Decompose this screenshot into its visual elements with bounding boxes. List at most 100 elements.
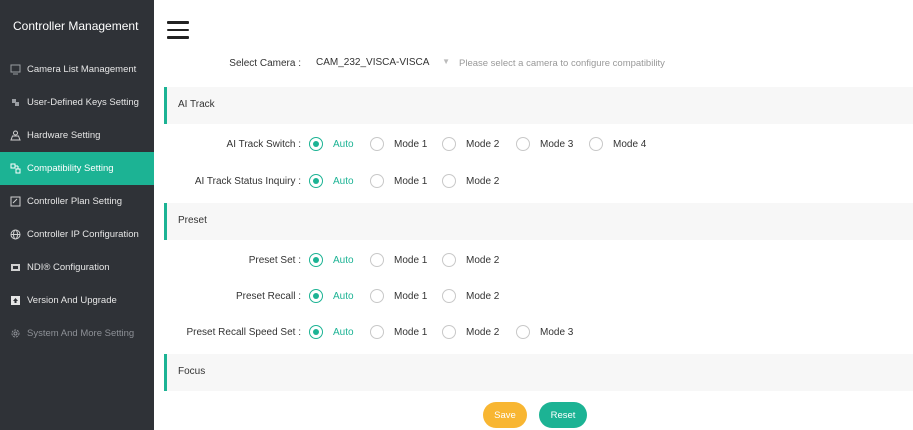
section-title: AI Track [178, 99, 215, 110]
sidebar-item-user-keys[interactable]: User-Defined Keys Setting [0, 86, 154, 119]
ndi-icon [9, 262, 21, 274]
sidebar-title: Controller Management [13, 19, 139, 33]
radio-circle [370, 325, 384, 339]
preset-recall-mode1[interactable]: Mode 1 [370, 289, 427, 303]
sidebar-item-ip[interactable]: Controller IP Configuration [0, 218, 154, 251]
radio-circle [370, 289, 384, 303]
radio-circle [516, 325, 530, 339]
keys-icon [9, 97, 21, 109]
radio-label: Auto [333, 254, 354, 266]
ai-track-switch-mode3[interactable]: Mode 3 [516, 137, 573, 151]
preset-set-mode1[interactable]: Mode 1 [370, 253, 427, 267]
radio-label: Mode 1 [394, 138, 428, 150]
section-title: Focus [178, 366, 206, 377]
radio-circle [370, 253, 384, 267]
preset-recall-mode2[interactable]: Mode 2 [442, 289, 499, 303]
preset-recall-speed-mode2[interactable]: Mode 2 [442, 325, 499, 339]
radio-circle [370, 137, 384, 151]
sidebar-item-label: Version And Upgrade [27, 295, 117, 306]
ai-track-switch-mode2[interactable]: Mode 2 [442, 137, 499, 151]
sidebar-item-label: Controller IP Configuration [27, 229, 139, 240]
sidebar-item-label: Compatibility Setting [27, 163, 114, 174]
camera-select[interactable]: CAM_232_VISCA-VISCA ▼ [310, 48, 454, 76]
preset-set-mode2[interactable]: Mode 2 [442, 253, 499, 267]
ai-track-switch-auto[interactable]: Auto [309, 137, 354, 151]
ai-track-switch-mode1[interactable]: Mode 1 [370, 137, 427, 151]
sidebar-item-system[interactable]: System And More Setting [0, 317, 154, 350]
radio-circle [516, 137, 530, 151]
section-title: Preset [178, 215, 207, 226]
preset-recall-speed-mode3[interactable]: Mode 3 [516, 325, 573, 339]
ai-track-status-mode2[interactable]: Mode 2 [442, 174, 499, 188]
radio-label: Mode 2 [466, 175, 500, 187]
radio-circle [309, 174, 323, 188]
save-button[interactable]: Save [483, 402, 527, 428]
sidebar-item-label: System And More Setting [27, 328, 135, 339]
gear-icon [9, 328, 21, 340]
preset-set-auto[interactable]: Auto [309, 253, 354, 267]
radio-label: Mode 1 [394, 175, 428, 187]
radio-circle [442, 137, 456, 151]
camera-hint: Please select a camera to configure comp… [459, 58, 665, 69]
sidebar-item-plan[interactable]: Controller Plan Setting [0, 185, 154, 218]
radio-label: Mode 1 [394, 254, 428, 266]
radio-label: Mode 2 [466, 254, 500, 266]
hardware-icon [9, 130, 21, 142]
radio-circle [442, 289, 456, 303]
radio-label: Mode 4 [613, 138, 647, 150]
sidebar: Controller Management Camera List Manage… [0, 0, 154, 430]
radio-circle [370, 174, 384, 188]
preset-recall-auto[interactable]: Auto [309, 289, 354, 303]
ai-track-status-auto[interactable]: Auto [309, 174, 354, 188]
preset-recall-label: Preset Recall : [235, 291, 301, 302]
radio-circle [589, 137, 603, 151]
sidebar-item-label: NDI® Configuration [27, 262, 110, 273]
ip-icon [9, 229, 21, 241]
upgrade-icon [9, 295, 21, 307]
reset-button[interactable]: Reset [539, 402, 587, 428]
sidebar-item-hardware[interactable]: Hardware Setting [0, 119, 154, 152]
radio-circle [309, 325, 323, 339]
ai-track-status-label: AI Track Status Inquiry : [194, 176, 301, 187]
radio-label: Auto [333, 326, 354, 338]
ai-track-status-mode1[interactable]: Mode 1 [370, 174, 427, 188]
chevron-down-icon: ▼ [442, 57, 450, 66]
select-camera-label: Select Camera : [229, 58, 301, 69]
sidebar-item-upgrade[interactable]: Version And Upgrade [0, 284, 154, 317]
compatibility-icon [9, 163, 21, 175]
radio-label: Mode 2 [466, 138, 500, 150]
preset-recall-speed-auto[interactable]: Auto [309, 325, 354, 339]
camera-select-value: CAM_232_VISCA-VISCA [316, 56, 430, 68]
radio-circle [442, 253, 456, 267]
section-ai-track: AI Track [164, 87, 913, 124]
ai-track-switch-mode4[interactable]: Mode 4 [589, 137, 646, 151]
radio-circle [309, 253, 323, 267]
radio-label: Auto [333, 175, 354, 187]
main-content: Select Camera : CAM_232_VISCA-VISCA ▼ Pl… [154, 0, 913, 430]
sidebar-item-compatibility[interactable]: Compatibility Setting [0, 152, 154, 185]
section-preset: Preset [164, 203, 913, 240]
radio-label: Mode 3 [540, 138, 574, 150]
preset-recall-speed-mode1[interactable]: Mode 1 [370, 325, 427, 339]
radio-label: Mode 1 [394, 326, 428, 338]
plan-icon [9, 196, 21, 208]
preset-set-label: Preset Set : [248, 255, 301, 266]
radio-label: Mode 3 [540, 326, 574, 338]
radio-label: Auto [333, 138, 354, 150]
preset-recall-speed-label: Preset Recall Speed Set : [186, 327, 301, 338]
radio-label: Mode 2 [466, 290, 500, 302]
sidebar-item-label: User-Defined Keys Setting [27, 97, 139, 108]
radio-label: Mode 2 [466, 326, 500, 338]
sidebar-item-camera-list[interactable]: Camera List Management [0, 53, 154, 86]
sidebar-item-ndi[interactable]: NDI® Configuration [0, 251, 154, 284]
radio-circle [309, 289, 323, 303]
sidebar-item-label: Hardware Setting [27, 130, 101, 141]
camera-list-icon [9, 64, 21, 76]
radio-label: Mode 1 [394, 290, 428, 302]
radio-circle [442, 325, 456, 339]
ai-track-switch-label: AI Track Switch : [226, 139, 301, 150]
radio-label: Auto [333, 290, 354, 302]
radio-circle [442, 174, 456, 188]
section-focus: Focus [164, 354, 913, 391]
radio-circle [309, 137, 323, 151]
